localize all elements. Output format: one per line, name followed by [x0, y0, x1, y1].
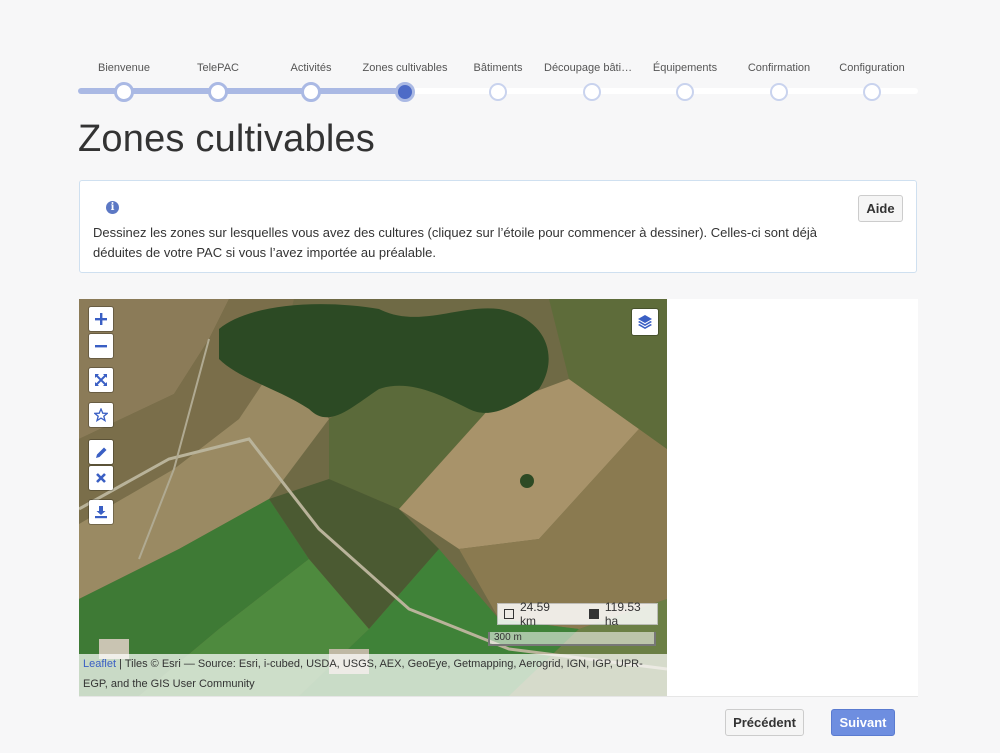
step-dot-done	[114, 82, 134, 102]
zoom-out-button[interactable]	[89, 334, 113, 358]
help-button[interactable]: Aide	[858, 195, 903, 222]
step-dot-done	[301, 82, 321, 102]
area-icon	[588, 609, 599, 619]
fullscreen-button[interactable]	[89, 368, 113, 392]
leaflet-link[interactable]: Leaflet	[83, 658, 116, 670]
delete-icon	[96, 473, 106, 483]
divider	[79, 696, 918, 697]
attribution-text: Tiles © Esri — Source: Esri, i-cubed, US…	[83, 658, 643, 690]
step-dot-pending	[489, 83, 507, 101]
download-icon	[95, 506, 107, 519]
step-label: Configuration	[839, 62, 905, 74]
pencil-icon	[95, 447, 106, 458]
delete-button[interactable]	[89, 466, 113, 490]
step-dot-pending	[583, 83, 601, 101]
zoom-out-icon	[95, 345, 107, 348]
satellite-map[interactable]: 24.59 km 119.53 ha 300 m Leaflet | Tiles…	[79, 299, 667, 696]
zoom-in-button[interactable]	[89, 307, 113, 331]
attribution-separator: |	[116, 658, 125, 670]
step-dot-pending	[770, 83, 788, 101]
progress-stepper: Bienvenue TelePAC Activités Zones cultiv…	[78, 60, 918, 104]
page-title: Zones cultivables	[78, 118, 375, 160]
step-configuration[interactable]: Configuration	[817, 60, 927, 101]
layers-button[interactable]	[632, 309, 658, 335]
previous-button[interactable]: Précédent	[725, 709, 804, 736]
info-icon: i	[106, 201, 119, 214]
star-icon	[94, 408, 108, 422]
fullscreen-icon	[95, 374, 107, 386]
info-panel: i Dessinez les zones sur lesquelles vous…	[79, 180, 917, 273]
area-value: 119.53 ha	[604, 600, 641, 628]
step-dot-done	[208, 82, 228, 102]
perimeter-value: 24.59 km	[519, 600, 550, 628]
step-dot-pending	[676, 83, 694, 101]
measure-readout: 24.59 km 119.53 ha	[497, 600, 658, 628]
side-panel	[667, 299, 918, 696]
map-scale-bar: 300 m	[488, 632, 656, 646]
next-button[interactable]: Suivant	[831, 709, 895, 736]
edit-button[interactable]	[89, 440, 113, 464]
draw-star-button[interactable]	[89, 403, 113, 427]
info-text: Dessinez les zones sur lesquelles vous a…	[93, 225, 817, 260]
zoom-in-icon	[95, 313, 107, 325]
step-dot-active	[395, 82, 415, 102]
map-attribution: Leaflet | Tiles © Esri — Source: Esri, i…	[79, 654, 667, 696]
perimeter-icon	[504, 609, 514, 619]
download-button[interactable]	[89, 500, 113, 524]
step-label: Découpage bâtiments	[544, 62, 640, 74]
step-dot-pending	[863, 83, 881, 101]
layers-icon	[638, 315, 652, 329]
